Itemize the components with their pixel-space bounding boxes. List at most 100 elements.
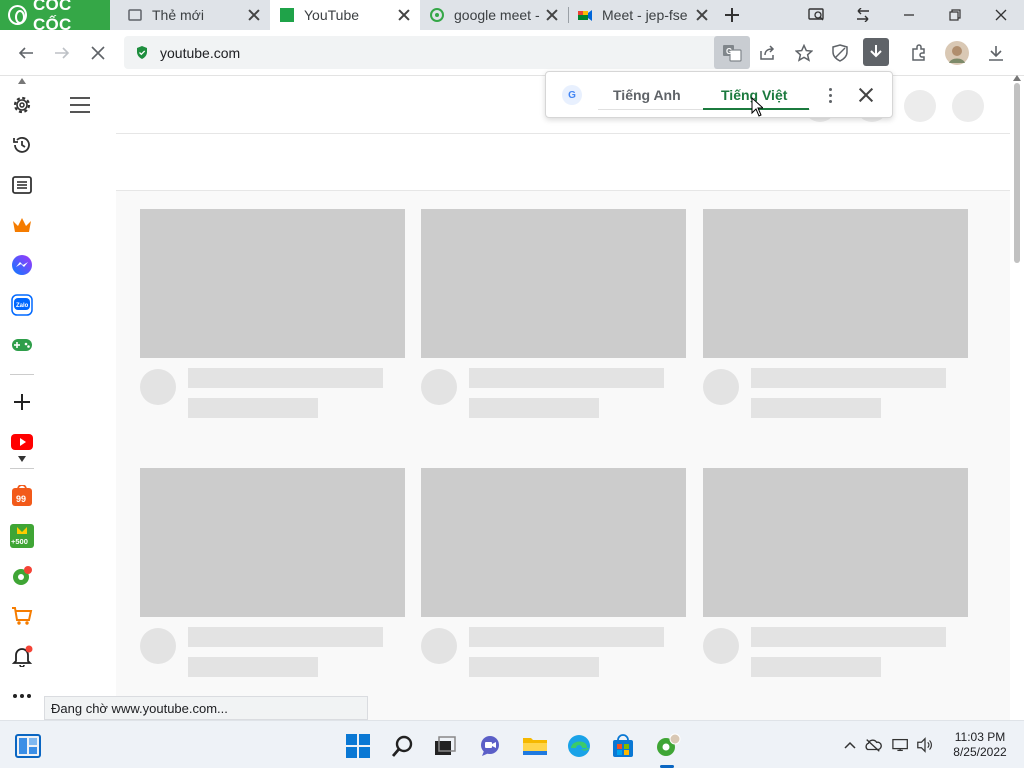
- meta-placeholder: [188, 657, 318, 677]
- teams-chat-icon[interactable]: [477, 733, 503, 759]
- sidebar-divider: [10, 374, 34, 375]
- tab-switch-icon[interactable]: [851, 3, 875, 27]
- youtube-icon[interactable]: [10, 430, 34, 454]
- share-icon[interactable]: [755, 40, 781, 66]
- adblock-shield-icon[interactable]: [827, 40, 853, 66]
- system-clock[interactable]: 11:03 PM 8/25/2022: [944, 730, 1016, 760]
- close-window-icon[interactable]: [989, 3, 1013, 27]
- menu-hamburger-icon[interactable]: [70, 97, 90, 113]
- widgets-icon[interactable]: [15, 733, 41, 759]
- bookmark-star-icon[interactable]: [791, 40, 817, 66]
- task-view-icon[interactable]: [432, 733, 458, 759]
- search-icon[interactable]: [390, 733, 416, 759]
- youtube-favicon-icon: [280, 8, 294, 22]
- tab-search-icon[interactable]: [805, 3, 829, 27]
- coccoc-taskbar-icon[interactable]: [655, 733, 681, 759]
- channel-avatar-placeholder: [421, 628, 457, 664]
- source-language-tab[interactable]: Tiếng Anh: [613, 87, 681, 103]
- shopping-99-icon[interactable]: 99: [10, 484, 34, 508]
- close-tab-icon[interactable]: [396, 7, 412, 23]
- network-icon[interactable]: [892, 736, 910, 754]
- extensions-puzzle-icon[interactable]: [906, 40, 932, 66]
- clock-time: 11:03 PM: [954, 730, 1006, 744]
- cart-icon[interactable]: [10, 604, 34, 628]
- svg-text:+500: +500: [11, 537, 28, 546]
- loading-stop-icon[interactable]: [85, 40, 111, 66]
- more-icon[interactable]: [10, 684, 34, 708]
- minimize-icon[interactable]: [897, 3, 921, 27]
- meta-placeholder: [469, 657, 599, 677]
- volume-icon[interactable]: [916, 736, 934, 754]
- sidebar-scroll-up-icon[interactable]: [10, 75, 34, 87]
- close-icon[interactable]: [857, 86, 875, 104]
- sidebar-divider: [10, 468, 34, 469]
- channel-avatar-placeholder: [421, 369, 457, 405]
- header-divider: [116, 133, 1010, 134]
- video-grid-skeleton: [116, 191, 1010, 720]
- meet-favicon-icon: [578, 10, 592, 21]
- header-placeholder-circle: [952, 90, 984, 122]
- translate-icon: G: [723, 44, 742, 62]
- video-thumbnail-placeholder: [421, 209, 686, 358]
- close-tab-icon[interactable]: [544, 7, 560, 23]
- reading-list-icon[interactable]: [10, 173, 34, 197]
- youtube-expand-icon[interactable]: [10, 453, 34, 465]
- page-scrollbar[interactable]: [1010, 75, 1024, 720]
- settings-icon[interactable]: [10, 93, 34, 117]
- video-thumbnail-placeholder: [140, 468, 405, 617]
- video-thumbnail-placeholder: [703, 209, 968, 358]
- bell-icon[interactable]: [10, 644, 34, 668]
- edge-browser-icon[interactable]: [566, 733, 592, 759]
- gamepad-icon[interactable]: [10, 333, 34, 357]
- tab-new-tab[interactable]: Thẻ mới: [118, 0, 270, 30]
- scroll-up-arrow-icon[interactable]: [1013, 75, 1021, 81]
- video-thumbnail-placeholder: [703, 468, 968, 617]
- tab-meet[interactable]: Meet - jep-fse: [568, 0, 718, 30]
- new-tab-button[interactable]: [722, 5, 742, 25]
- messenger-icon[interactable]: [10, 253, 34, 277]
- file-explorer-icon[interactable]: [522, 733, 548, 759]
- add-icon[interactable]: [10, 390, 34, 414]
- microsoft-store-icon[interactable]: [610, 733, 636, 759]
- google-translate-logo-icon: G: [562, 85, 582, 105]
- tab-youtube[interactable]: YouTube: [270, 0, 420, 30]
- close-tab-icon[interactable]: [694, 7, 710, 23]
- history-icon[interactable]: [10, 133, 34, 157]
- title-placeholder: [469, 627, 664, 647]
- back-icon[interactable]: [13, 40, 39, 66]
- plus500-icon[interactable]: +500: [10, 524, 34, 548]
- title-placeholder: [188, 627, 383, 647]
- close-tab-icon[interactable]: [246, 7, 262, 23]
- translate-popup: G Tiếng Anh Tiếng Việt: [545, 71, 893, 118]
- channel-avatar-placeholder: [140, 628, 176, 664]
- channel-avatar-placeholder: [703, 369, 739, 405]
- profile-avatar[interactable]: [944, 40, 970, 66]
- show-hidden-icons-icon[interactable]: [841, 736, 859, 754]
- download-icon[interactable]: [983, 40, 1009, 66]
- svg-text:Zalo: Zalo: [16, 303, 29, 309]
- channel-avatar-placeholder: [703, 628, 739, 664]
- address-bar[interactable]: youtube.com: [124, 36, 750, 69]
- mouse-cursor-icon: [751, 97, 763, 117]
- secure-lock-icon[interactable]: [136, 46, 148, 59]
- restore-icon[interactable]: [943, 3, 967, 27]
- start-windows-icon[interactable]: [345, 733, 371, 759]
- loading-status-bar: Đang chờ www.youtube.com...: [44, 696, 368, 720]
- scrollbar-thumb[interactable]: [1014, 83, 1020, 263]
- url-text: youtube.com: [160, 44, 241, 61]
- crown-icon[interactable]: [10, 213, 34, 237]
- meta-placeholder: [469, 398, 599, 418]
- onedrive-offline-icon[interactable]: [864, 736, 882, 754]
- translate-page-button[interactable]: G: [714, 36, 750, 69]
- page-content: [44, 77, 1010, 720]
- zalo-icon[interactable]: Zalo: [10, 293, 34, 317]
- coccoc-brand-button[interactable]: CỐC CỐC: [0, 0, 110, 34]
- coccoc-icon[interactable]: [10, 564, 34, 588]
- channel-avatar-placeholder: [140, 369, 176, 405]
- translate-options-icon[interactable]: [824, 85, 836, 105]
- svg-text:99: 99: [16, 494, 26, 504]
- tab-google-meet-search[interactable]: google meet -: [420, 0, 568, 30]
- header-placeholder-circle: [904, 90, 936, 122]
- forward-icon[interactable]: [49, 40, 75, 66]
- download-manager-icon[interactable]: [863, 38, 889, 66]
